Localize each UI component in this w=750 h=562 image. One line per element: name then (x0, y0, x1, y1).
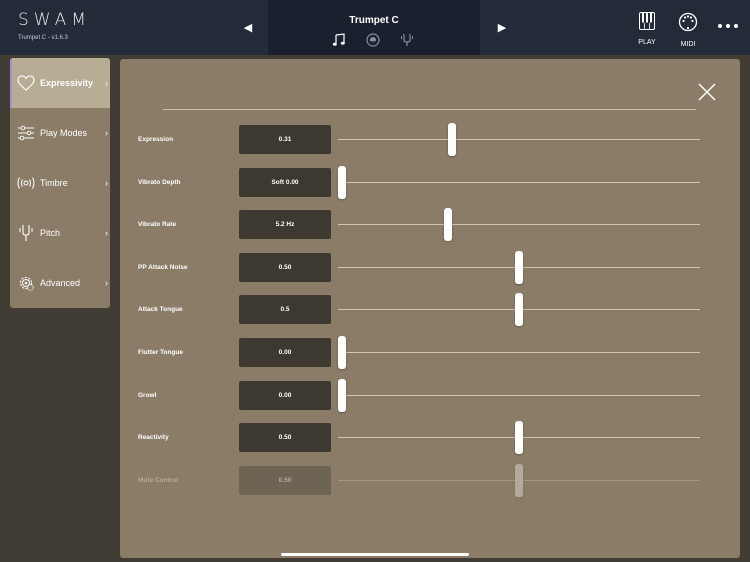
play-label: PLAY (638, 39, 656, 46)
slider-track[interactable] (338, 250, 700, 284)
sidebar-item-label: Advanced (40, 278, 81, 288)
slider-track[interactable] (338, 421, 700, 455)
chevron-right-icon: › (105, 78, 108, 88)
sidebar-item-timbre[interactable]: Timbre › (10, 158, 110, 208)
sliders-icon (16, 123, 36, 143)
mute-icon[interactable] (366, 33, 380, 47)
sidebar-item-play-modes[interactable]: Play Modes › (10, 108, 110, 158)
slider-track[interactable] (338, 293, 700, 327)
chevron-right-icon: › (105, 128, 108, 138)
midi-button[interactable]: MIDI (676, 12, 700, 48)
sidebar-item-label: Play Modes (40, 128, 88, 138)
slider-thumb[interactable] (447, 123, 456, 156)
more-options-button[interactable] (718, 24, 738, 30)
parameters-panel: Expression 0.31 Vibrato Depth Soft 0.00 Vibr… (120, 59, 740, 558)
parameter-value-field[interactable]: 0.5 (239, 295, 331, 325)
parameter-value-field[interactable]: 0.31 (239, 125, 331, 154)
slider-track (338, 463, 700, 497)
slider-track[interactable] (338, 378, 700, 412)
previous-preset-button[interactable]: ◀ (240, 18, 256, 36)
chevron-right-icon: › (105, 178, 108, 188)
close-icon (698, 83, 716, 101)
parameter-row-vibrato-rate: Vibrato Rate 5.2 Hz (120, 208, 740, 242)
parameter-value-field[interactable]: 0.50 (239, 252, 331, 282)
close-button[interactable] (696, 81, 718, 103)
preset-panel: Trumpet C (268, 0, 480, 55)
slider-track[interactable] (338, 336, 700, 369)
parameter-label: Mute Control (138, 476, 179, 484)
parameter-row-flutter-tongue: Flutter Tongue 0.00 (120, 336, 740, 370)
midi-connector-icon (678, 12, 698, 32)
piano-icon (639, 12, 655, 30)
slider-thumb[interactable] (515, 293, 523, 327)
gear-icon (16, 273, 36, 293)
parameter-label: Reactivity (138, 434, 169, 442)
parameter-label: Attack Tongue (138, 306, 183, 314)
slider-thumb[interactable] (444, 208, 453, 242)
parameter-row-reactivity: Reactivity 0.50 (120, 421, 740, 455)
parameter-label: Expression (138, 136, 174, 143)
slider-thumb[interactable] (338, 336, 346, 369)
parameter-label: Growl (138, 391, 157, 399)
more-dot (718, 24, 722, 28)
tuning-fork-icon[interactable] (400, 33, 414, 47)
play-button[interactable]: PLAY (636, 12, 658, 46)
parameter-value-field[interactable]: Soft 0.00 (239, 167, 331, 197)
midi-label: MIDI (680, 41, 696, 48)
sidebar-item-label: Expressivity (40, 78, 94, 88)
next-preset-button[interactable]: ▶ (494, 18, 510, 36)
slider-track[interactable] (338, 208, 700, 242)
brand-logo: SWAM (18, 10, 91, 30)
sidebar-item-label: Pitch (40, 228, 61, 238)
parameter-label: Vibrato Depth (138, 178, 181, 186)
parameter-value-field: 0.50 (239, 465, 331, 495)
parameter-row-mute-control: Mute Control 0.50 (120, 463, 740, 498)
parameter-row-pp-attack-noise: PP Attack Noise 0.50 (120, 250, 740, 285)
parameter-row-growl: Growl 0.00 (120, 378, 740, 413)
tuning-fork-icon (16, 223, 36, 243)
sidebar-item-advanced[interactable]: Advanced › (10, 258, 110, 308)
parameter-value-field[interactable]: 0.00 (239, 338, 331, 367)
parameter-value-field[interactable]: 0.50 (239, 423, 331, 453)
slider-thumb[interactable] (515, 421, 523, 455)
slider-thumb[interactable] (338, 165, 346, 199)
panel-divider (163, 109, 696, 110)
category-sidebar: Expressivity › Play Modes › Timbre › Pit… (10, 58, 110, 308)
chevron-right-icon: › (105, 278, 108, 288)
heart-icon (16, 73, 36, 93)
version-label: Trumpet C - v1.6.3 (18, 35, 68, 41)
slider-thumb[interactable] (338, 378, 346, 412)
chevron-right-icon: › (105, 228, 108, 238)
sidebar-item-label: Timbre (40, 178, 68, 188)
preset-title[interactable]: Trumpet C (268, 15, 480, 26)
top-bar: SWAM Trumpet C - v1.6.3 ◀ Trumpet C ▶ PL… (0, 0, 750, 55)
slider-track[interactable] (338, 123, 700, 156)
more-dot (726, 24, 730, 28)
brand: SWAM Trumpet C - v1.6.3 (18, 10, 91, 41)
parameter-value-field[interactable]: 0.00 (239, 380, 331, 410)
parameter-row-expression: Expression 0.31 (120, 123, 740, 157)
sidebar-item-pitch[interactable]: Pitch › (10, 208, 110, 258)
music-note-icon[interactable] (332, 33, 346, 47)
parameter-label: Vibrato Rate (138, 221, 177, 229)
parameter-label: Flutter Tongue (138, 349, 184, 356)
parameter-row-attack-tongue: Attack Tongue 0.5 (120, 293, 740, 327)
parameter-row-vibrato-depth: Vibrato Depth Soft 0.00 (120, 165, 740, 200)
slider-thumb[interactable] (515, 250, 523, 284)
more-dot (734, 24, 738, 28)
wave-icon (16, 173, 36, 193)
parameter-value-field[interactable]: 5.2 Hz (239, 210, 331, 240)
home-indicator[interactable] (281, 553, 469, 556)
sidebar-item-expressivity[interactable]: Expressivity › (10, 58, 110, 108)
slider-track[interactable] (338, 165, 700, 199)
parameter-label: PP Attack Noise (138, 263, 188, 271)
slider-thumb (515, 463, 523, 497)
